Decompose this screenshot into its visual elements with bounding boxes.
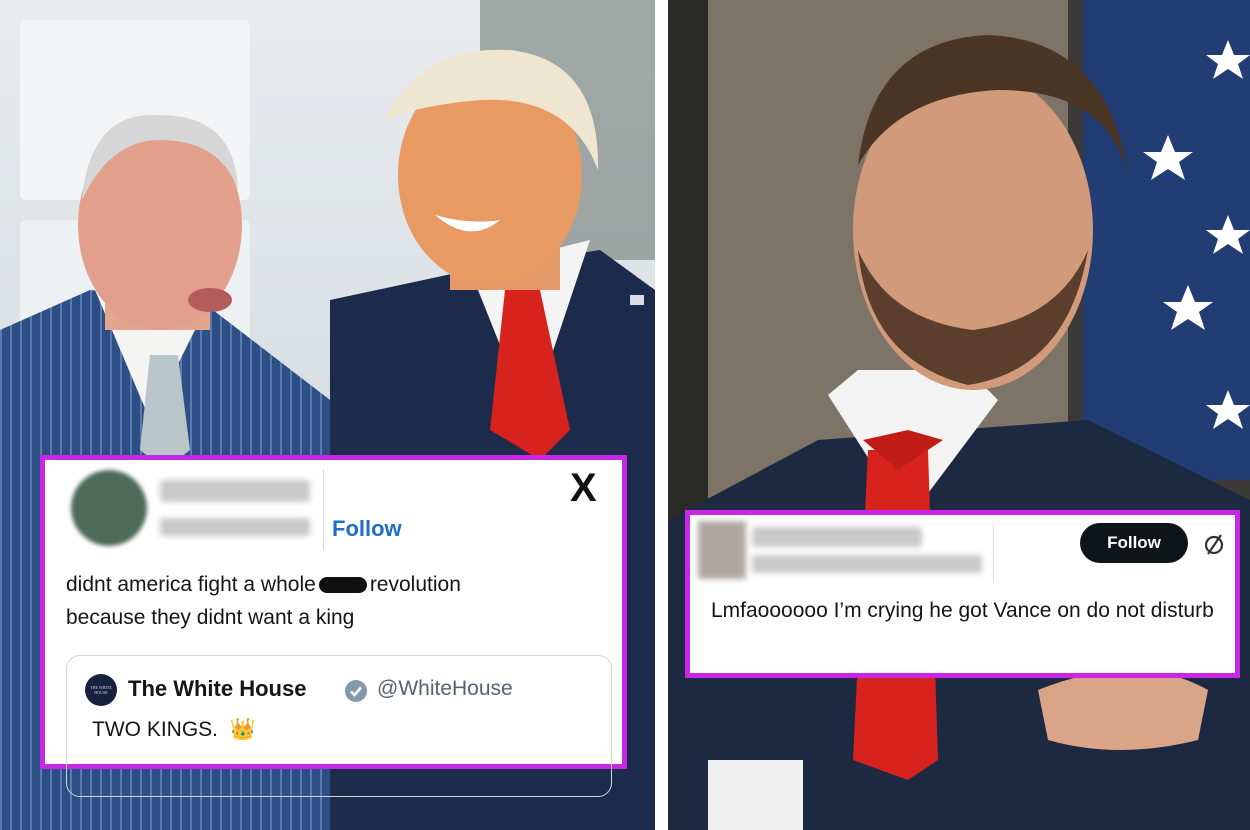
divider — [323, 470, 324, 550]
follow-button[interactable]: Follow — [332, 516, 402, 542]
x-logo-icon: X — [570, 466, 597, 510]
censor-bar — [318, 577, 367, 594]
tweet-text-part1: didnt america fight a whole — [66, 573, 316, 596]
blurred-handle — [752, 555, 982, 573]
avatar — [71, 470, 147, 546]
divider — [993, 523, 994, 583]
right-photo-panel: Follow Lmfaoooooo I’m crying he got Vanc… — [668, 0, 1250, 830]
right-photo-scene — [668, 0, 1250, 830]
avatar-text: THE WHITE HOUSE — [90, 685, 112, 695]
quoted-tweet-text: TWO KINGS. 👑 — [92, 718, 256, 742]
tweet-text-part2: revolution — [369, 573, 461, 596]
mouth — [188, 288, 232, 312]
quoted-author-name: The White House — [128, 676, 307, 701]
dark-panel — [668, 0, 708, 520]
verified-check-icon — [345, 680, 367, 702]
circle-slash-icon[interactable] — [1202, 532, 1226, 556]
blurred-display-name — [752, 527, 922, 547]
quoted-text: TWO KINGS. — [92, 718, 218, 741]
crown-icon: 👑 — [229, 718, 256, 741]
tweet-text: didnt america fight a whole revolution be… — [66, 568, 606, 634]
shirt-cuff — [708, 760, 803, 830]
flag-pin — [630, 295, 644, 305]
white-house-avatar: THE WHITE HOUSE — [85, 674, 117, 706]
avatar — [698, 521, 746, 579]
quoted-author-handle: @WhiteHouse — [377, 677, 513, 700]
tweet-text: Lmfaoooooo I’m crying he got Vance on do… — [711, 599, 1214, 622]
tweet-card-right: Follow Lmfaoooooo I’m crying he got Vanc… — [685, 510, 1240, 678]
panel-gap — [655, 0, 668, 830]
blurred-display-name — [160, 480, 310, 502]
quoted-tweet[interactable]: THE WHITE HOUSE The White House @WhiteHo… — [66, 655, 612, 797]
left-photo-panel: Follow X didnt america fight a whole revo… — [0, 0, 655, 830]
follow-button[interactable]: Follow — [1080, 523, 1188, 563]
tweet-card-left: Follow X didnt america fight a whole revo… — [40, 455, 627, 797]
tweet-text-line2: because they didnt want a king — [66, 606, 355, 629]
blurred-handle — [160, 518, 310, 536]
crossed-hand — [1038, 670, 1208, 750]
